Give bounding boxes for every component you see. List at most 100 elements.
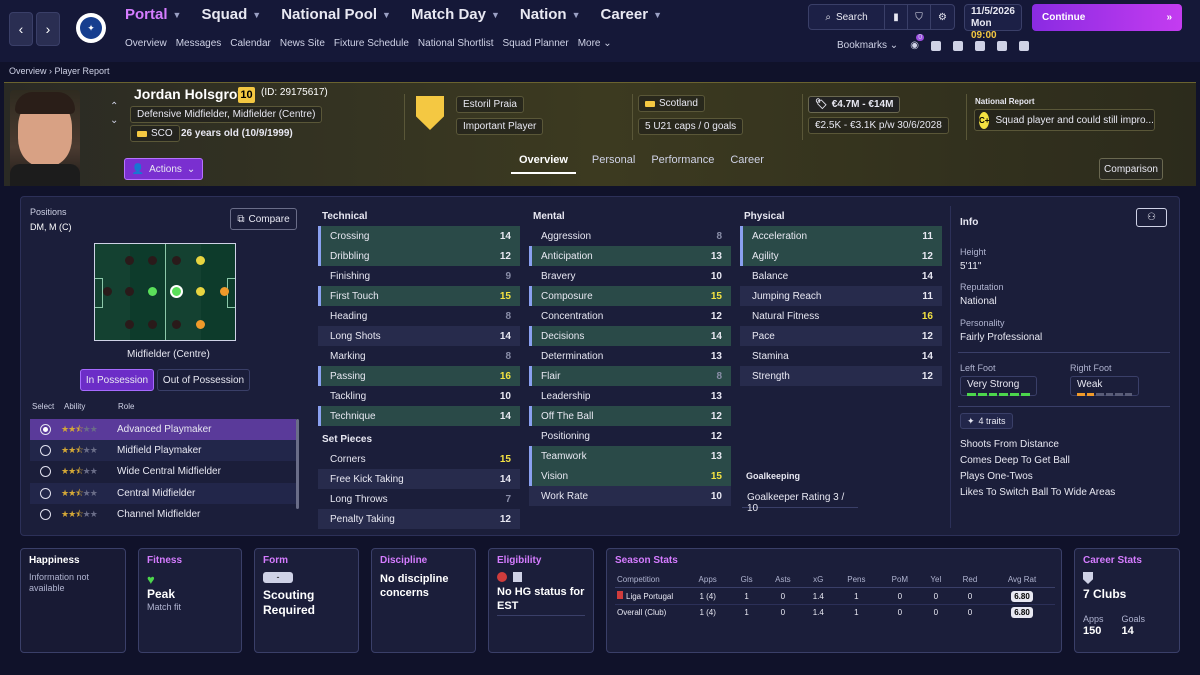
attribute-row[interactable]: Corners 15 bbox=[318, 449, 520, 469]
attribute-row[interactable]: Determination 13 bbox=[529, 346, 731, 366]
tab-career[interactable]: Career bbox=[730, 154, 764, 174]
attribute-row[interactable]: Leadership 13 bbox=[529, 386, 731, 406]
shirt-icon[interactable] bbox=[930, 40, 941, 51]
fitness-card[interactable]: Fitness ♥ Peak Match fit bbox=[138, 548, 242, 653]
subnav-national-shortlist[interactable]: National Shortlist bbox=[418, 38, 494, 49]
attribute-row[interactable]: Crossing 14 bbox=[318, 226, 520, 246]
role-row[interactable]: ★★⯪★★ Channel Midfielder bbox=[30, 504, 296, 525]
attribute-row[interactable]: Off The Ball 12 bbox=[529, 406, 731, 426]
bookmarks-dropdown[interactable]: Bookmarks ⌄ bbox=[837, 40, 898, 51]
form-card[interactable]: Form - Scouting Required bbox=[254, 548, 359, 653]
nav-career[interactable]: Career ▼ bbox=[601, 6, 662, 23]
document-icon[interactable] bbox=[952, 40, 963, 51]
attribute-row[interactable]: Heading 8 bbox=[318, 306, 520, 326]
trophy-icon[interactable] bbox=[1018, 40, 1029, 51]
attribute-row[interactable]: Positioning 12 bbox=[529, 426, 731, 446]
radio[interactable] bbox=[40, 445, 51, 456]
attribute-row[interactable]: Stamina 14 bbox=[740, 346, 942, 366]
nav-national-pool[interactable]: National Pool ▼ bbox=[281, 6, 391, 23]
tab-personal[interactable]: Personal bbox=[592, 154, 635, 174]
bookmark-button[interactable]: ▮ bbox=[885, 5, 908, 29]
settings-button[interactable]: ⚙ bbox=[931, 5, 954, 29]
subnav-news-site[interactable]: News Site bbox=[280, 38, 325, 49]
radio[interactable] bbox=[40, 509, 51, 520]
attribute-row[interactable]: Penalty Taking 12 bbox=[318, 509, 520, 529]
compare-button[interactable]: ⧉ Compare bbox=[230, 208, 297, 230]
attribute-row[interactable]: Work Rate 10 bbox=[529, 486, 731, 506]
roles-scrollbar[interactable] bbox=[296, 419, 299, 509]
subnav-calendar[interactable]: Calendar bbox=[230, 38, 271, 49]
traits-button[interactable]: ✦ 4 traits bbox=[960, 413, 1013, 429]
attribute-row[interactable]: Teamwork 13 bbox=[529, 446, 731, 466]
role-row[interactable]: ★★⯪★★ Wide Central Midfielder bbox=[30, 461, 296, 482]
notification-icon[interactable]: ◉ 0 bbox=[910, 34, 925, 51]
attribute-row[interactable]: Pace 12 bbox=[740, 326, 942, 346]
tab-performance[interactable]: Performance bbox=[651, 154, 714, 174]
subnav-messages[interactable]: Messages bbox=[176, 38, 222, 49]
back-button[interactable]: ‹ bbox=[9, 12, 33, 46]
nav-squad[interactable]: Squad ▼ bbox=[201, 6, 261, 23]
attribute-row[interactable]: Tackling 10 bbox=[318, 386, 520, 406]
club-name[interactable]: Estoril Praia bbox=[456, 96, 524, 113]
table-row[interactable]: Overall (Club) 1 (4) 1 0 1.4 1 0 0 0 6.8… bbox=[615, 605, 1055, 621]
radio[interactable] bbox=[40, 466, 51, 477]
subnav-fixture-schedule[interactable]: Fixture Schedule bbox=[334, 38, 409, 49]
actions-button[interactable]: 👤 Actions ⌄ bbox=[124, 158, 203, 180]
nation-crest[interactable]: ✦ bbox=[76, 13, 106, 43]
chevron-down-icon[interactable]: ⌄ bbox=[110, 114, 118, 128]
attribute-row[interactable]: Concentration 12 bbox=[529, 306, 731, 326]
attribute-row[interactable]: Technique 14 bbox=[318, 406, 520, 426]
nav-portal[interactable]: Portal ▼ bbox=[125, 6, 181, 23]
shield-button[interactable]: ⛉ bbox=[908, 5, 931, 29]
out-of-possession-tab[interactable]: Out of Possession bbox=[157, 369, 250, 391]
attribute-row[interactable]: Balance 14 bbox=[740, 266, 942, 286]
date-display[interactable]: 11/5/2026 Mon 09:00 bbox=[964, 4, 1022, 41]
role-row[interactable]: ★★⯪★★ Central Midfielder bbox=[30, 483, 296, 504]
attribute-row[interactable]: Strength 12 bbox=[740, 366, 942, 386]
search-button[interactable]: ⌕ Search bbox=[809, 5, 885, 29]
nation-team[interactable]: Scotland bbox=[638, 95, 705, 112]
attribute-row[interactable]: Finishing 9 bbox=[318, 266, 520, 286]
attribute-row[interactable]: Vision 15 bbox=[529, 466, 731, 486]
attribute-row[interactable]: Free Kick Taking 14 bbox=[318, 469, 520, 489]
attribute-row[interactable]: Anticipation 13 bbox=[529, 246, 731, 266]
clipboard-icon[interactable] bbox=[996, 40, 1007, 51]
tab-overview[interactable]: Overview bbox=[511, 154, 576, 174]
attribute-row[interactable]: First Touch 15 bbox=[318, 286, 520, 306]
attribute-row[interactable]: Aggression 8 bbox=[529, 226, 731, 246]
career-stats-card[interactable]: Career Stats 7 Clubs Apps 150 Goals 14 bbox=[1074, 548, 1180, 653]
subnav-squad-planner[interactable]: Squad Planner bbox=[503, 38, 569, 49]
attribute-row[interactable]: Acceleration 11 bbox=[740, 226, 942, 246]
table-row[interactable]: Liga Portugal 1 (4) 1 0 1.4 1 0 0 0 6.80 bbox=[615, 588, 1055, 605]
nav-match-day[interactable]: Match Day ▼ bbox=[411, 6, 500, 23]
attribute-row[interactable]: Natural Fitness 16 bbox=[740, 306, 942, 326]
national-report[interactable]: C+ Squad player and could still impro... bbox=[974, 109, 1155, 131]
attribute-row[interactable]: Composure 15 bbox=[529, 286, 731, 306]
chevron-up-icon[interactable]: ⌃ bbox=[110, 100, 118, 114]
subnav-overview[interactable]: Overview bbox=[125, 38, 167, 49]
attribute-row[interactable]: Long Throws 7 bbox=[318, 489, 520, 509]
discipline-card[interactable]: Discipline No discipline concerns bbox=[371, 548, 476, 653]
attribute-row[interactable]: Dribbling 12 bbox=[318, 246, 520, 266]
breadcrumb-overview[interactable]: Overview bbox=[9, 66, 47, 76]
attribute-row[interactable]: Flair 8 bbox=[529, 366, 731, 386]
season-stats-card[interactable]: Season Stats Competition Apps Gls Asts x… bbox=[606, 548, 1062, 653]
forward-button[interactable]: › bbox=[36, 12, 60, 46]
subnav-more[interactable]: More ⌄ bbox=[578, 38, 612, 49]
people-icon[interactable] bbox=[974, 40, 985, 51]
radio-selected[interactable] bbox=[40, 424, 51, 435]
attribute-row[interactable]: Agility 12 bbox=[740, 246, 942, 266]
role-row[interactable]: ★★⯪★★ Advanced Playmaker bbox=[30, 419, 296, 440]
attribute-row[interactable]: Jumping Reach 11 bbox=[740, 286, 942, 306]
in-possession-tab[interactable]: In Possession bbox=[80, 369, 154, 391]
eligibility-card[interactable]: Eligibility No HG status for EST bbox=[488, 548, 594, 653]
info-toggle-button[interactable]: ⚇ bbox=[1136, 208, 1167, 227]
nav-nation[interactable]: Nation ▼ bbox=[520, 6, 581, 23]
attribute-row[interactable]: Bravery 10 bbox=[529, 266, 731, 286]
happiness-card[interactable]: Happiness Information not available bbox=[20, 548, 126, 653]
continue-button[interactable]: Continue» bbox=[1032, 4, 1182, 31]
attribute-row[interactable]: Decisions 14 bbox=[529, 326, 731, 346]
role-row[interactable]: ★★⯪★★ Midfield Playmaker bbox=[30, 440, 296, 461]
attribute-row[interactable]: Passing 16 bbox=[318, 366, 520, 386]
comparison-button[interactable]: Comparison bbox=[1099, 158, 1163, 180]
